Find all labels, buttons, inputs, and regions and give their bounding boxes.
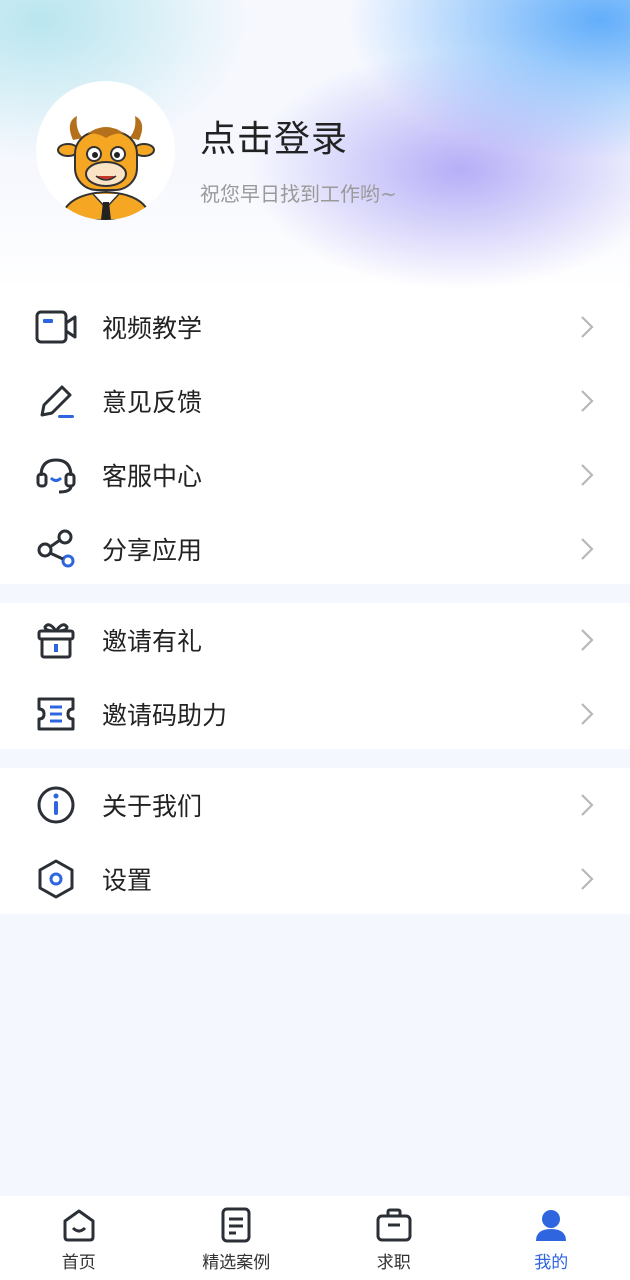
menu-item-customer-service[interactable]: 客服中心 [0, 438, 630, 512]
chevron-right-icon [578, 314, 596, 340]
login-title[interactable]: 点击登录 [200, 110, 348, 162]
menu-label: 视频教学 [102, 314, 203, 343]
share-icon [34, 527, 78, 571]
login-subtitle: 祝您早日找到工作哟~ [200, 182, 397, 206]
user-icon [532, 1206, 570, 1244]
edit-pen-icon [34, 379, 78, 423]
headset-icon [34, 453, 78, 497]
home-icon [60, 1206, 98, 1244]
tab-mine[interactable]: 我的 [473, 1196, 630, 1280]
menu-group-about: 关于我们 设置 [0, 768, 630, 914]
profile-header: 点击登录 祝您早日找到工作哟~ [0, 0, 630, 290]
menu-item-invite-gift[interactable]: 邀请有礼 [0, 603, 630, 677]
tab-home[interactable]: 首页 [0, 1196, 158, 1280]
bottom-tab-bar: 首页 精选案例 求职 我的 [0, 1196, 630, 1280]
menu-label: 客服中心 [102, 462, 203, 491]
menu-item-invite-code[interactable]: 邀请码助力 [0, 677, 630, 751]
tab-cases[interactable]: 精选案例 [158, 1196, 316, 1280]
menu-item-share-app[interactable]: 分享应用 [0, 512, 630, 586]
menu-label: 分享应用 [102, 536, 203, 565]
menu-label: 关于我们 [102, 792, 203, 821]
menu-item-video-tutorial[interactable]: 视频教学 [0, 290, 630, 364]
tab-jobs[interactable]: 求职 [315, 1196, 473, 1280]
chevron-right-icon [578, 701, 596, 727]
menu-item-feedback[interactable]: 意见反馈 [0, 364, 630, 438]
bull-avatar-icon [56, 116, 155, 220]
video-icon [34, 305, 78, 349]
chevron-right-icon [578, 627, 596, 653]
tab-label: 首页 [61, 1253, 96, 1273]
tab-label: 求职 [376, 1253, 411, 1273]
avatar[interactable] [36, 81, 175, 220]
chevron-right-icon [578, 536, 596, 562]
tab-label: 精选案例 [202, 1253, 271, 1273]
chevron-right-icon [578, 866, 596, 892]
chevron-right-icon [578, 792, 596, 818]
chevron-right-icon [578, 462, 596, 488]
menu-group-invite: 邀请有礼 邀请码助力 [0, 603, 630, 749]
menu-label: 邀请码助力 [102, 701, 228, 730]
briefcase-icon [375, 1206, 413, 1244]
ticket-icon [34, 692, 78, 736]
chevron-right-icon [578, 388, 596, 414]
menu-item-about-us[interactable]: 关于我们 [0, 768, 630, 842]
menu-group-help: 视频教学 意见反馈 客服中心 分享应用 [0, 290, 630, 584]
tab-label: 我的 [534, 1253, 569, 1273]
settings-hexagon-icon [34, 857, 78, 901]
document-icon [217, 1206, 255, 1244]
menu-label: 设置 [102, 866, 153, 895]
menu-label: 意见反馈 [102, 388, 203, 417]
info-icon [34, 783, 78, 827]
menu-item-settings[interactable]: 设置 [0, 842, 630, 916]
gift-icon [34, 618, 78, 662]
menu-label: 邀请有礼 [102, 627, 203, 656]
